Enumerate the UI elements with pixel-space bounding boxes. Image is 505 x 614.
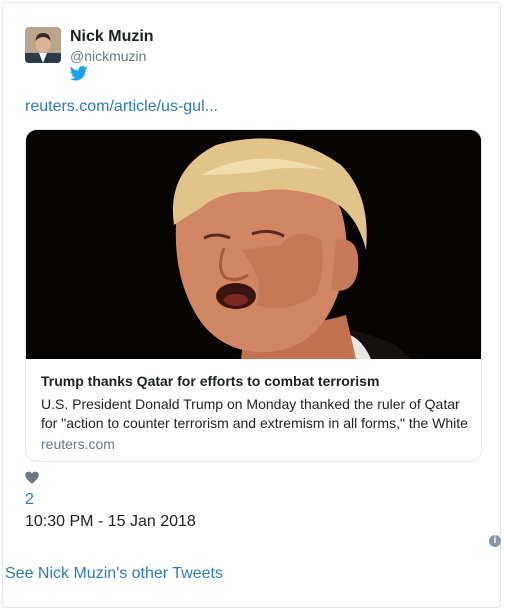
like-count[interactable]: 2 <box>25 491 34 509</box>
author-name[interactable]: Nick Muzin <box>70 28 154 46</box>
twitter-bird-icon[interactable] <box>69 66 88 81</box>
card-description-line-1: U.S. President Donald Trump on Monday th… <box>41 396 460 412</box>
card-description-line-2: for "action to counter terrorism and ext… <box>41 415 468 431</box>
author-handle[interactable]: @nickmuzin <box>70 48 146 64</box>
see-other-tweets-link[interactable]: See Nick Muzin's other Tweets <box>5 565 223 583</box>
card-title[interactable]: Trump thanks Qatar for efforts to combat… <box>41 373 379 389</box>
link-card[interactable]: Trump thanks Qatar for efforts to combat… <box>25 129 482 462</box>
embedded-tweet: Nick Muzin @nickmuzin reuters.com/articl… <box>2 2 501 608</box>
card-domain: reuters.com <box>41 436 115 452</box>
tweet-timestamp[interactable]: 10:30 PM - 15 Jan 2018 <box>25 513 196 531</box>
avatar[interactable] <box>25 27 61 63</box>
card-description: U.S. President Donald Trump on Monday th… <box>41 395 471 433</box>
heart-icon[interactable] <box>25 471 41 485</box>
tweet-link[interactable]: reuters.com/article/us-gul... <box>25 98 218 116</box>
card-image[interactable] <box>26 130 481 359</box>
info-icon[interactable]: i <box>489 535 501 547</box>
